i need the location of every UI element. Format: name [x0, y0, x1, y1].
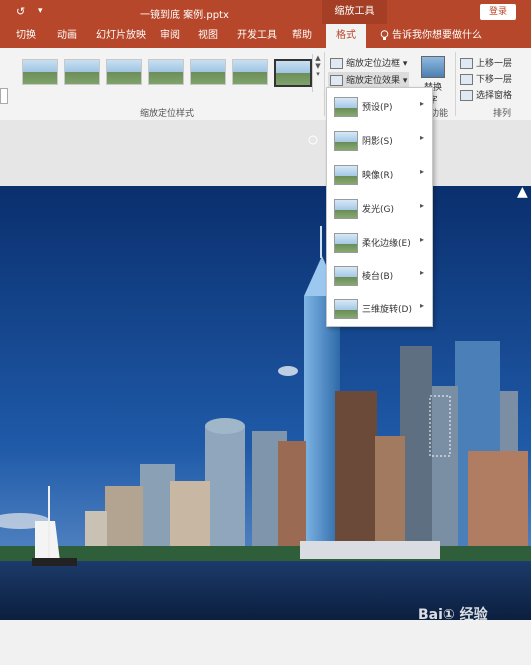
- zoom-style-thumbnail[interactable]: [106, 59, 142, 85]
- document-title: 一镜到底 案例.pptx: [140, 10, 229, 21]
- border-pen-icon: [330, 58, 343, 69]
- mouse-cursor-icon: ▲: [517, 184, 528, 200]
- zoom-effect-button[interactable]: 缩放定位效果 ▾: [328, 72, 410, 87]
- send-backward-button[interactable]: 下移一层: [460, 72, 512, 85]
- menu-item-label: 阴影(S): [362, 137, 393, 147]
- zoom-border-label: 缩放定位边框: [346, 59, 401, 69]
- menu-item-reflection[interactable]: 映像(R) ▸: [327, 158, 432, 191]
- menu-item-preset[interactable]: 预设(P) ▸: [327, 90, 432, 123]
- group-label-arrange: 排列: [493, 109, 512, 119]
- zoom-style-thumbnail[interactable]: [22, 59, 58, 85]
- bring-forward-button[interactable]: 上移一层: [460, 56, 512, 69]
- bring-forward-icon: [460, 58, 473, 69]
- bevel-icon: [334, 266, 358, 286]
- menu-item-soft-edges[interactable]: 柔化边缘(E) ▸: [327, 226, 432, 259]
- menu-item-label: 棱台(B): [362, 272, 394, 282]
- bring-forward-label: 上移一层: [476, 59, 513, 69]
- slide-workspace: [0, 120, 531, 186]
- group-divider: [455, 52, 456, 116]
- tab-review[interactable]: 审阅: [160, 24, 180, 48]
- zoom-style-thumbnail[interactable]: [148, 59, 184, 85]
- tab-developer[interactable]: 开发工具: [237, 24, 277, 48]
- rotate-handle-icon[interactable]: [308, 135, 318, 145]
- 3d-rotation-icon: [334, 299, 358, 319]
- menu-item-bevel[interactable]: 棱台(B) ▸: [327, 259, 432, 292]
- ribbon: ▲▼▾ 缩放定位样式 缩放定位边框 ▾ 缩放定位效果 ▾ 替换 字 功能 上移一…: [0, 48, 531, 121]
- chevron-right-icon: ▸: [420, 301, 425, 310]
- chevron-right-icon: ▸: [420, 167, 425, 176]
- menu-item-label: 预设(P): [362, 103, 393, 113]
- glow-icon: [334, 199, 358, 219]
- chevron-right-icon: ▸: [420, 99, 425, 108]
- selection-pane-label: 选择窗格: [476, 91, 513, 101]
- tell-me-text: 告诉我你想要做什么: [392, 30, 482, 41]
- tab-slideshow[interactable]: 幻灯片放映: [96, 24, 146, 48]
- shadow-icon: [334, 131, 358, 151]
- zoom-styles-gallery: [18, 56, 312, 94]
- slide-image-skyline[interactable]: [0, 186, 531, 620]
- tab-format[interactable]: 格式: [326, 24, 366, 48]
- reflection-icon: [334, 165, 358, 185]
- tab-animations[interactable]: 动画: [57, 24, 77, 48]
- zoom-border-button[interactable]: 缩放定位边框 ▾: [330, 56, 407, 69]
- tab-transitions[interactable]: 切换: [16, 24, 36, 48]
- selection-pane-icon: [460, 90, 473, 101]
- menu-item-label: 柔化边缘(E): [362, 239, 411, 249]
- group-divider: [324, 52, 325, 116]
- menu-item-label: 映像(R): [362, 171, 394, 181]
- zoom-style-thumbnail[interactable]: [232, 59, 268, 85]
- replace-image-icon: [421, 56, 445, 78]
- zoom-style-thumbnail[interactable]: [64, 59, 100, 85]
- quick-access-more-icon[interactable]: ▾: [38, 6, 43, 16]
- tell-me-search[interactable]: 告诉我你想要做什么: [380, 24, 482, 48]
- chevron-down-icon: ▾: [402, 76, 408, 86]
- chevron-right-icon: ▸: [420, 235, 425, 244]
- menu-item-3d-rotation[interactable]: 三维旋转(D) ▸: [327, 292, 432, 325]
- zoom-style-thumbnail-selected[interactable]: [274, 59, 312, 87]
- chevron-down-icon: ▾: [402, 59, 408, 69]
- tab-view[interactable]: 视图: [198, 24, 218, 48]
- status-area: [0, 620, 531, 665]
- chevron-right-icon: ▸: [420, 201, 425, 210]
- chevron-right-icon: ▸: [420, 268, 425, 277]
- title-bar: ↺ ▾ 一镜到底 案例.pptx 缩放工具 登录: [0, 0, 531, 24]
- login-button[interactable]: 登录: [480, 4, 516, 20]
- menu-item-shadow[interactable]: 阴影(S) ▸: [327, 124, 432, 157]
- preset-icon: [334, 97, 358, 117]
- chevron-right-icon: ▸: [420, 133, 425, 142]
- zoom-effect-label: 缩放定位效果: [346, 76, 401, 86]
- ribbon-tabs: 切换 动画 幻灯片放映 审阅 视图 开发工具 帮助 格式 告诉我你想要做什么: [0, 24, 531, 48]
- send-backward-icon: [460, 74, 473, 85]
- context-tab-zoom-tools: 缩放工具: [322, 0, 387, 24]
- undo-icon[interactable]: ↺: [16, 5, 25, 18]
- effect-icon: [330, 75, 343, 86]
- skyline-photo: [0, 186, 531, 620]
- gallery-scroll[interactable]: ▲ ▼ ▾: [312, 54, 323, 92]
- tab-help[interactable]: 帮助: [292, 24, 312, 48]
- zoom-style-thumbnail[interactable]: [190, 59, 226, 85]
- send-backward-label: 下移一层: [476, 75, 513, 85]
- menu-item-label: 三维旋转(D): [362, 305, 412, 315]
- menu-item-glow[interactable]: 发光(G) ▸: [327, 192, 432, 225]
- ribbon-left-edge-control[interactable]: [0, 88, 8, 104]
- zoom-effect-menu: 预设(P) ▸ 阴影(S) ▸ 映像(R) ▸ 发光(G) ▸ 柔化边缘(E) …: [326, 87, 433, 327]
- menu-item-label: 发光(G): [362, 205, 394, 215]
- group-label-zoom-styles: 缩放定位样式: [140, 109, 195, 119]
- selection-pane-button[interactable]: 选择窗格: [460, 88, 512, 101]
- watermark: Bai① 经验: [418, 607, 488, 623]
- soft-edges-icon: [334, 233, 358, 253]
- lightbulb-icon: [380, 29, 389, 40]
